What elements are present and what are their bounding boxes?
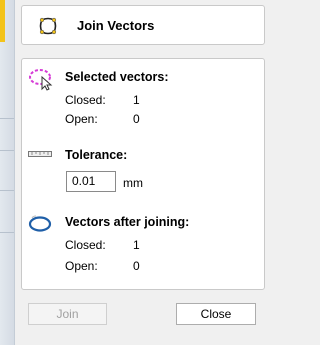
background-strip: [0, 0, 15, 345]
divider: [0, 118, 14, 119]
after-open-label: Open:: [65, 259, 98, 273]
selected-vectors-icon: [29, 69, 53, 91]
join-button[interactable]: Join: [28, 303, 107, 325]
divider: [0, 190, 14, 191]
close-button[interactable]: Close: [176, 303, 256, 325]
join-vectors-icon: [39, 17, 57, 35]
tolerance-unit: mm: [123, 176, 143, 190]
tool-title: Join Vectors: [77, 18, 155, 33]
tolerance-input[interactable]: 0.01: [66, 171, 116, 192]
divider: [0, 150, 14, 151]
accent-bar: [0, 0, 5, 42]
selected-closed-value: 1: [133, 93, 140, 107]
after-closed-value: 1: [133, 238, 140, 252]
after-open-value: 0: [133, 259, 140, 273]
divider: [0, 232, 14, 233]
selected-vectors-title: Selected vectors:: [65, 70, 169, 84]
tool-header: Join Vectors: [21, 5, 265, 45]
selected-open-value: 0: [133, 112, 140, 126]
after-closed-label: Closed:: [65, 238, 106, 252]
join-vectors-panel: Selected vectors: Closed: 1 Open: 0 Tole…: [21, 58, 265, 290]
ruler-icon: [28, 151, 52, 157]
selected-open-label: Open:: [65, 112, 98, 126]
joined-vector-icon: [28, 215, 52, 232]
after-joining-title: Vectors after joining:: [65, 215, 190, 229]
selected-closed-label: Closed:: [65, 93, 106, 107]
tolerance-title: Tolerance:: [65, 148, 128, 162]
